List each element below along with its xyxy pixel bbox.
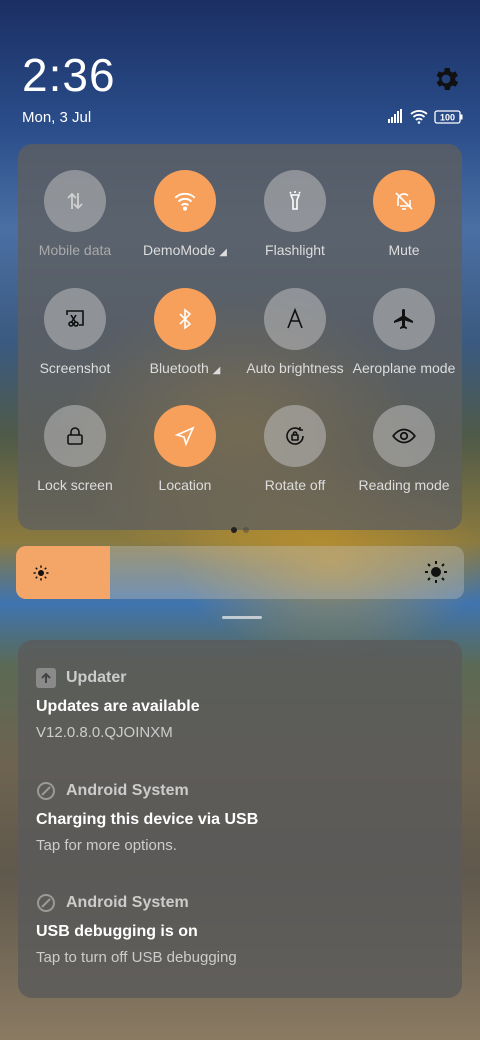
notification-text: Tap for more options. bbox=[36, 837, 177, 854]
tile-label: Rotate off bbox=[264, 477, 326, 493]
bluetooth-icon bbox=[154, 288, 216, 350]
date[interactable]: Mon, 3 Jul bbox=[22, 109, 91, 126]
location-icon bbox=[154, 405, 216, 467]
tile-label: Mute bbox=[388, 242, 420, 258]
tile-lock-screen[interactable]: Lock screen bbox=[20, 405, 130, 493]
page-indicator bbox=[228, 520, 252, 538]
wifi-icon bbox=[154, 170, 216, 232]
brightness-high-icon bbox=[425, 561, 447, 583]
flashlight-icon bbox=[264, 170, 326, 232]
page-dot-active bbox=[231, 527, 237, 533]
tile-label: Location bbox=[158, 477, 212, 493]
android-system-icon bbox=[36, 781, 56, 801]
notification-app-name: Android System bbox=[66, 894, 189, 911]
quick-settings-panel: Mobile data DemoMode ◢ Flashlight Mute S… bbox=[18, 144, 462, 530]
notification-updater[interactable]: Updater Updates are available V12.0.8.0.… bbox=[36, 666, 446, 741]
page-dot bbox=[243, 527, 249, 533]
tile-flashlight[interactable]: Flashlight bbox=[240, 170, 350, 258]
tile-aeroplane-mode[interactable]: Aeroplane mode bbox=[349, 288, 459, 376]
tile-bluetooth[interactable]: Bluetooth ◢ bbox=[130, 288, 240, 376]
gear-icon[interactable] bbox=[431, 64, 461, 94]
airplane-icon bbox=[373, 288, 435, 350]
notification-title: Charging this device via USB bbox=[36, 811, 259, 828]
rotate-lock-icon bbox=[264, 405, 326, 467]
battery-level: 100 bbox=[440, 113, 455, 123]
notification-usb-debugging[interactable]: Android System USB debugging is on Tap t… bbox=[36, 891, 446, 966]
tile-location[interactable]: Location bbox=[130, 405, 240, 493]
notification-app-name: Updater bbox=[66, 669, 127, 686]
mobile-data-icon bbox=[44, 170, 106, 232]
expand-triangle-icon: ◢ bbox=[212, 365, 221, 376]
screenshot-icon bbox=[44, 288, 106, 350]
notification-title: USB debugging is on bbox=[36, 923, 198, 940]
tile-reading-mode[interactable]: Reading mode bbox=[349, 405, 459, 493]
tile-label: Mobile data bbox=[38, 242, 112, 258]
updater-icon bbox=[36, 668, 56, 688]
tile-rotate-off[interactable]: Rotate off bbox=[240, 405, 350, 493]
eye-icon bbox=[373, 405, 435, 467]
android-system-icon bbox=[36, 893, 56, 913]
tile-label: Flashlight bbox=[265, 242, 325, 258]
notification-text: V12.0.8.0.QJOINXM bbox=[36, 724, 173, 741]
brightness-level bbox=[16, 546, 111, 599]
expand-triangle-icon: ◢ bbox=[219, 247, 227, 258]
tile-mute[interactable]: Mute bbox=[349, 170, 459, 258]
tile-label: Aeroplane mode bbox=[352, 360, 456, 376]
notification-title: Updates are available bbox=[36, 698, 200, 715]
bell-off-icon bbox=[373, 170, 435, 232]
brightness-low-icon bbox=[33, 565, 49, 581]
wifi-status-icon bbox=[410, 110, 428, 121]
auto-brightness-icon bbox=[264, 288, 326, 350]
tile-label: Reading mode bbox=[358, 477, 450, 493]
tile-screenshot[interactable]: Screenshot bbox=[20, 288, 130, 376]
status-icons: 100 bbox=[388, 109, 463, 124]
tile-mobile-data[interactable]: Mobile data bbox=[20, 170, 130, 258]
tile-label: Lock screen bbox=[37, 477, 113, 493]
tile-auto-brightness[interactable]: Auto brightness bbox=[240, 288, 350, 376]
tile-label: DemoMode bbox=[143, 242, 216, 258]
lock-icon bbox=[44, 405, 106, 467]
notification-text: Tap to turn off USB debugging bbox=[36, 949, 237, 966]
tile-label: Auto brightness bbox=[246, 360, 344, 376]
notification-app-name: Android System bbox=[66, 782, 189, 799]
notification-usb-charging[interactable]: Android System Charging this device via … bbox=[36, 779, 446, 854]
tile-label: Bluetooth bbox=[149, 360, 209, 376]
signal-icon bbox=[388, 109, 402, 123]
tile-demomode[interactable]: DemoMode ◢ bbox=[130, 170, 240, 258]
notification-panel: Updater Updates are available V12.0.8.0.… bbox=[18, 640, 462, 998]
drag-handle[interactable] bbox=[222, 616, 262, 619]
clock[interactable]: 2:36 bbox=[22, 48, 116, 102]
brightness-slider[interactable] bbox=[16, 546, 464, 599]
tile-label: Screenshot bbox=[39, 360, 111, 376]
